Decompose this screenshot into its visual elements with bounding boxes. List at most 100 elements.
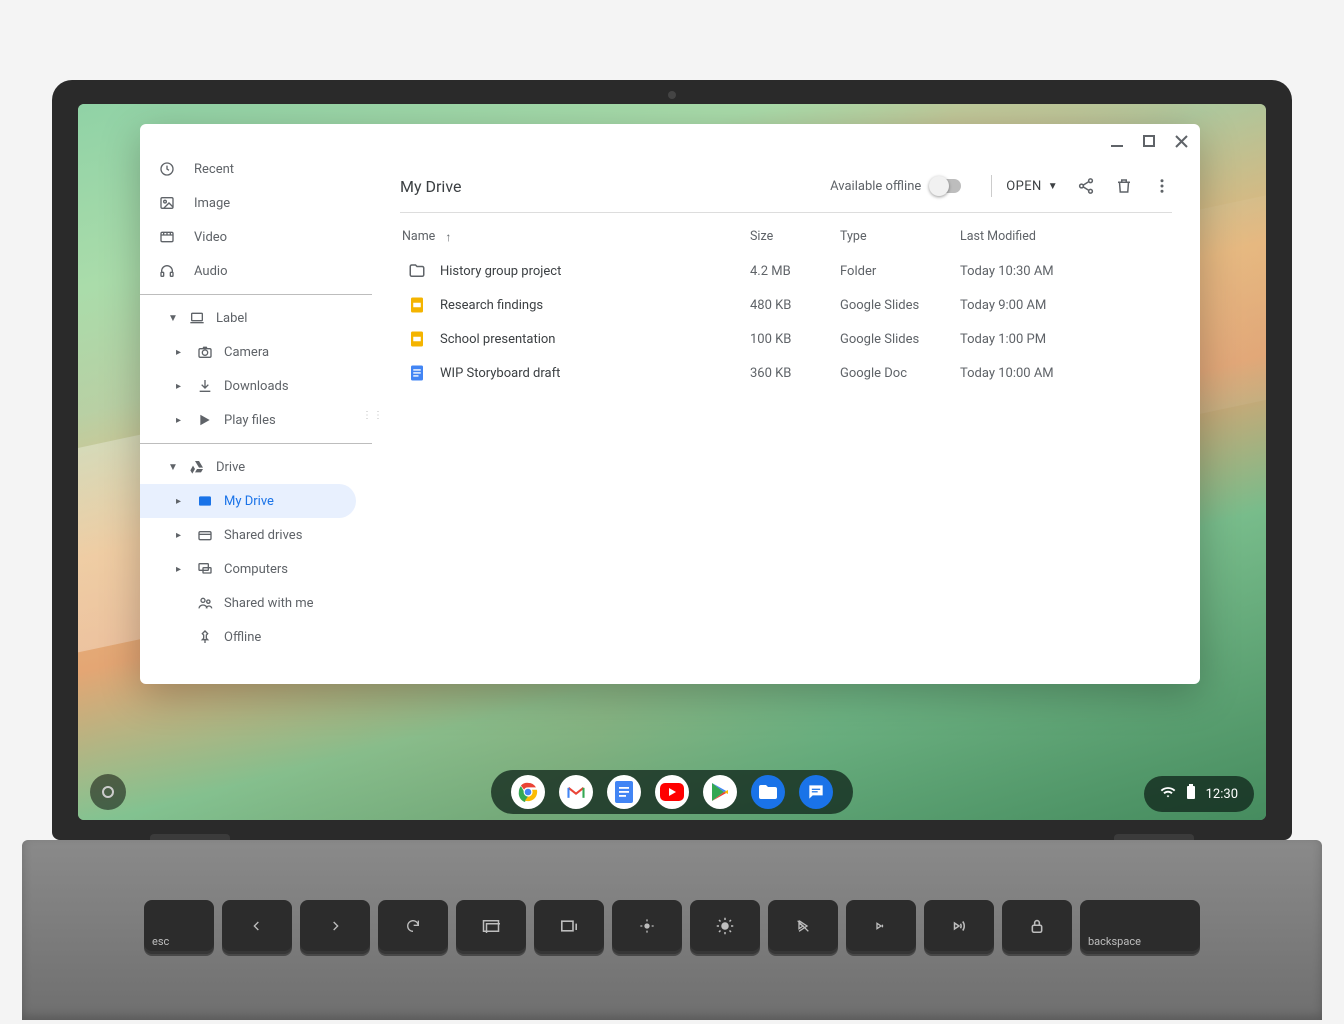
sidebar-label: Audio: [194, 264, 227, 279]
key-fn: [456, 900, 526, 954]
shelf-app-play-store[interactable]: [703, 775, 737, 809]
file-list: History group project4.2 MBFolderToday 1…: [400, 254, 1172, 390]
download-icon: [196, 377, 214, 395]
shelf-app-chrome[interactable]: [511, 775, 545, 809]
key-fn: [378, 900, 448, 954]
sidebar-item-play-files[interactable]: ▸ Play files: [140, 403, 372, 437]
sidebar-item-camera[interactable]: ▸ Camera: [140, 335, 372, 369]
column-header-name[interactable]: Name ↑: [400, 229, 750, 244]
sidebar: Recent Image Video: [140, 124, 372, 684]
sidebar-section-drive[interactable]: ▼ Drive: [140, 450, 372, 484]
sidebar-label: Label: [216, 311, 247, 326]
sidebar-item-shared-drives[interactable]: ▸ Shared drives: [140, 518, 372, 552]
file-row[interactable]: School presentation100 KBGoogle SlidesTo…: [400, 322, 1172, 356]
available-offline-toggle[interactable]: [931, 179, 961, 193]
status-tray[interactable]: 12:30: [1144, 776, 1254, 812]
battery-icon: [1186, 784, 1196, 804]
main-pane: My Drive Available offline OPEN ▼: [372, 124, 1200, 684]
sidebar-item-my-drive[interactable]: ▸ My Drive: [140, 484, 356, 518]
status-time: 12:30: [1206, 787, 1238, 802]
shelf-apps: [491, 770, 853, 814]
shelf-app-files[interactable]: [751, 775, 785, 809]
headphones-icon: [158, 262, 176, 280]
key-fn: [612, 900, 682, 954]
pin-icon: [196, 628, 214, 646]
column-headers: Name ↑ Size Type Last Modified: [400, 212, 1172, 254]
open-button[interactable]: OPEN ▼: [1006, 179, 1058, 194]
more-options-button[interactable]: [1152, 176, 1172, 196]
file-row[interactable]: Research findings480 KBGoogle SlidesToda…: [400, 288, 1172, 322]
launcher-icon: [102, 786, 114, 798]
shelf-app-messages[interactable]: [799, 775, 833, 809]
sidebar-label: Video: [194, 230, 227, 245]
sidebar-item-downloads[interactable]: ▸ Downloads: [140, 369, 372, 403]
shelf-app-youtube[interactable]: [655, 775, 689, 809]
file-name: WIP Storyboard draft: [440, 366, 560, 381]
chevron-down-icon: ▼: [1048, 181, 1058, 192]
launcher-button[interactable]: [90, 774, 126, 810]
folder-icon: [408, 262, 426, 280]
sidebar-label: Image: [194, 196, 230, 211]
slides-icon: [408, 330, 426, 348]
sidebar-divider: [140, 294, 372, 295]
sidebar-item-recent[interactable]: Recent: [140, 152, 372, 186]
file-type: Google Slides: [840, 298, 960, 313]
clock-icon: [158, 160, 176, 178]
window-close-button[interactable]: [1172, 132, 1190, 150]
window-maximize-button[interactable]: [1140, 132, 1158, 150]
sidebar-item-offline[interactable]: ▸ Offline: [140, 620, 372, 654]
shelf-app-docs[interactable]: [607, 775, 641, 809]
file-type: Folder: [840, 264, 960, 279]
share-button[interactable]: [1076, 176, 1096, 196]
column-header-modified[interactable]: Last Modified: [960, 229, 1172, 244]
chevron-down-icon: ▼: [168, 462, 178, 473]
sidebar-item-audio[interactable]: Audio: [140, 254, 372, 288]
column-label: Last Modified: [960, 229, 1036, 244]
file-size: 480 KB: [750, 298, 840, 313]
sort-ascending-icon: ↑: [445, 230, 451, 244]
column-header-type[interactable]: Type: [840, 229, 960, 244]
file-size: 100 KB: [750, 332, 840, 347]
window-minimize-button[interactable]: [1108, 132, 1126, 150]
file-name: History group project: [440, 264, 561, 279]
chevron-right-icon: ▸: [176, 381, 186, 392]
file-type: Google Doc: [840, 366, 960, 381]
laptop-icon: [188, 309, 206, 327]
sidebar-label: Recent: [194, 162, 234, 177]
file-modified: Today 10:00 AM: [960, 366, 1172, 381]
sidebar-item-computers[interactable]: ▸ Computers: [140, 552, 372, 586]
sidebar-resize-handle[interactable]: ⋮⋮: [362, 414, 384, 418]
key-fn: [924, 900, 994, 954]
available-offline-label: Available offline: [830, 179, 921, 194]
sidebar-item-image[interactable]: Image: [140, 186, 372, 220]
chevron-right-icon: ▸: [176, 347, 186, 358]
sidebar-item-shared-with-me[interactable]: ▸ Shared with me: [140, 586, 372, 620]
sidebar-item-video[interactable]: Video: [140, 220, 372, 254]
file-modified: Today 9:00 AM: [960, 298, 1172, 313]
key-fn: [534, 900, 604, 954]
file-row[interactable]: WIP Storyboard draft360 KBGoogle DocToda…: [400, 356, 1172, 390]
file-name: School presentation: [440, 332, 556, 347]
open-button-label: OPEN: [1006, 179, 1041, 194]
sidebar-label: Computers: [224, 562, 288, 577]
sidebar-label: Shared drives: [224, 528, 302, 543]
files-window: Recent Image Video: [140, 124, 1200, 684]
computers-icon: [196, 560, 214, 578]
sidebar-label: Downloads: [224, 379, 289, 394]
toolbar: My Drive Available offline OPEN ▼: [400, 166, 1172, 206]
sidebar-section-label[interactable]: ▼ Label: [140, 301, 372, 335]
chevron-right-icon: ▸: [176, 564, 186, 575]
slides-icon: [408, 296, 426, 314]
doc-icon: [408, 364, 426, 382]
shelf-app-gmail[interactable]: [559, 775, 593, 809]
file-type: Google Slides: [840, 332, 960, 347]
shelf: 12:30: [78, 766, 1266, 820]
sidebar-label: Play files: [224, 413, 276, 428]
camera-dot: [668, 91, 676, 99]
file-row[interactable]: History group project4.2 MBFolderToday 1…: [400, 254, 1172, 288]
image-icon: [158, 194, 176, 212]
column-header-size[interactable]: Size: [750, 229, 840, 244]
key-backspace: backspace: [1080, 900, 1200, 954]
camera-icon: [196, 343, 214, 361]
delete-button[interactable]: [1114, 176, 1134, 196]
